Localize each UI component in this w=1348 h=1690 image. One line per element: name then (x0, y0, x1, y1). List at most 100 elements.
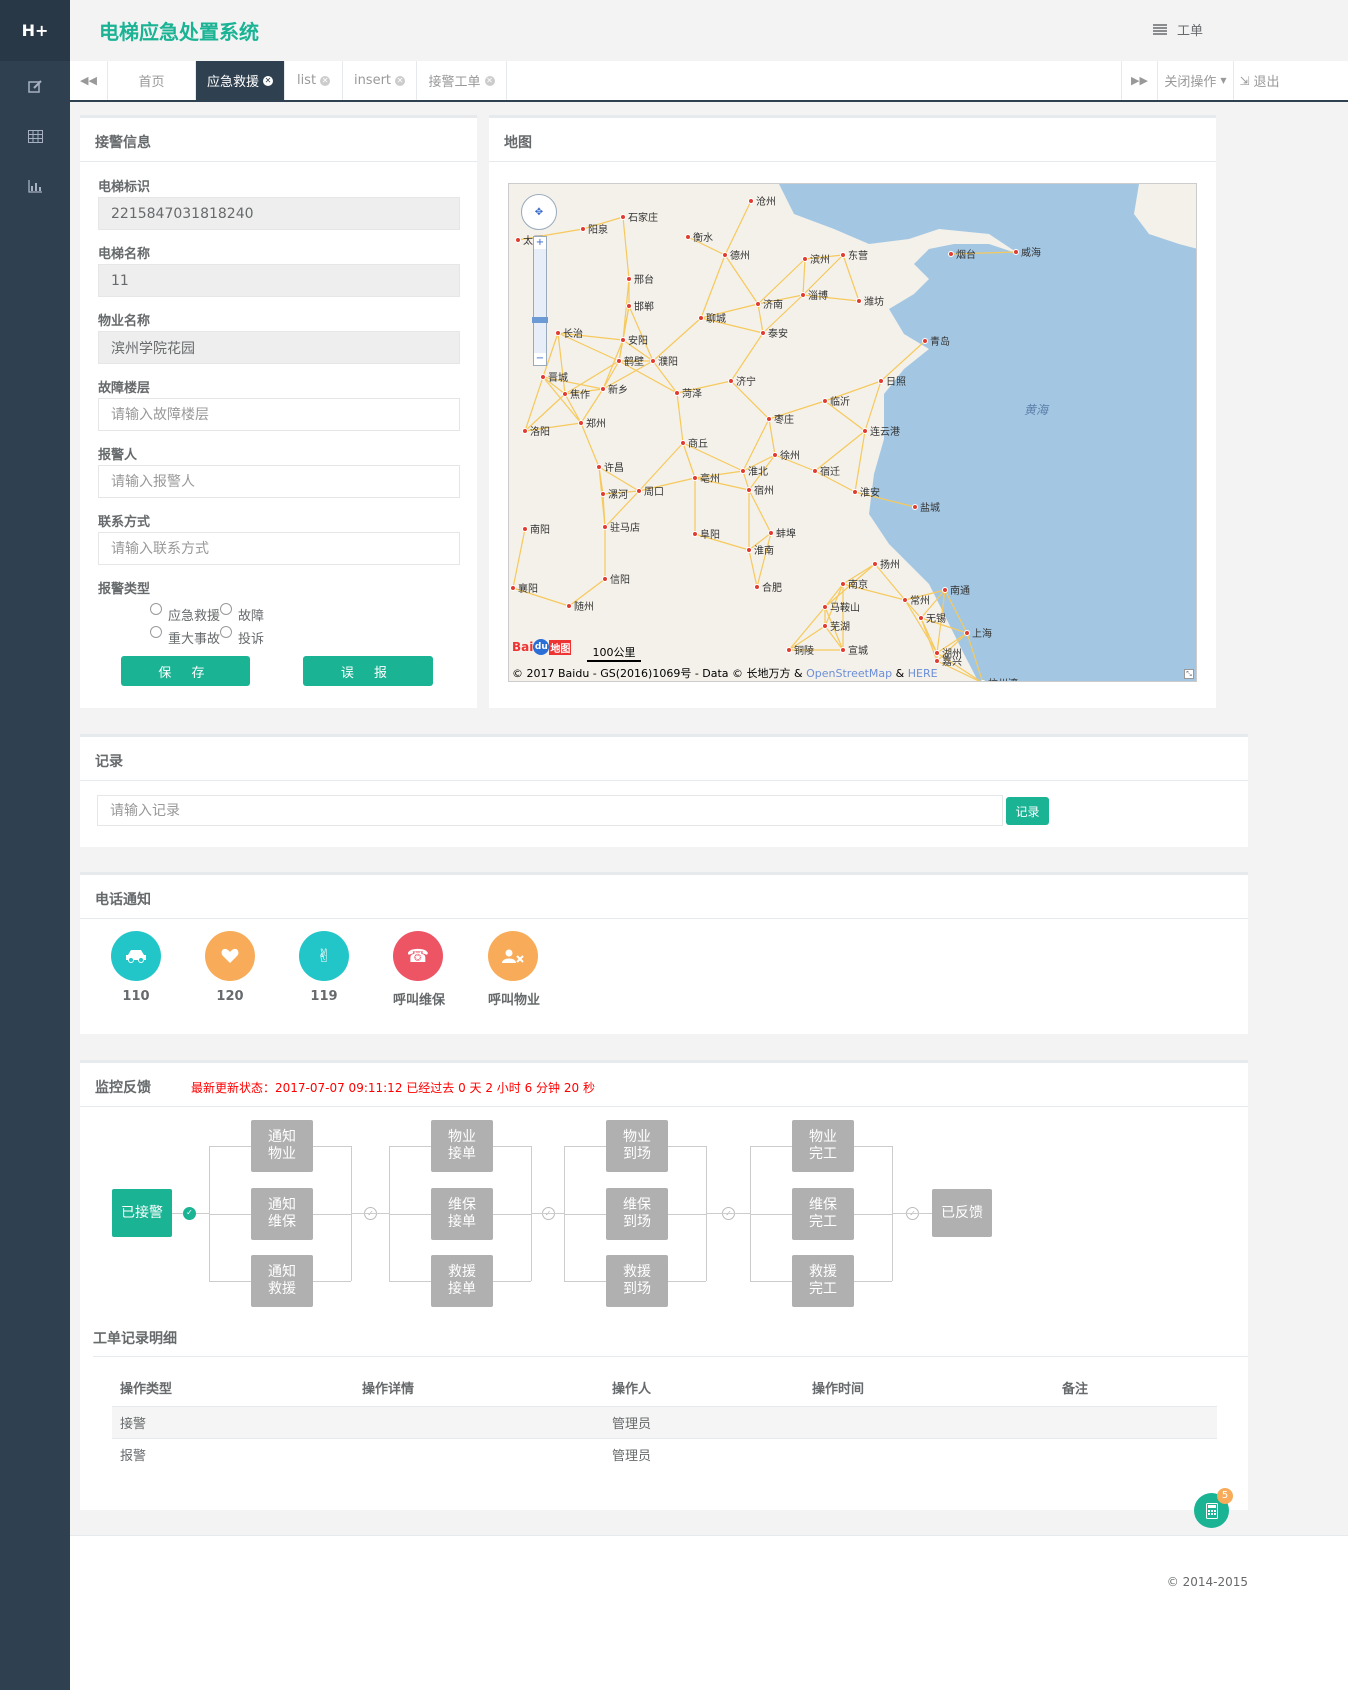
expand-icon[interactable]: ⤡ (1184, 669, 1194, 679)
map-road (730, 332, 764, 382)
call-120-button[interactable]: 120 (205, 931, 255, 1004)
close-icon[interactable]: ✕ (395, 75, 406, 86)
zoom-in-icon[interactable]: + (534, 237, 546, 249)
call-maintenance-button[interactable]: ☎ 呼叫维保 (393, 931, 445, 1008)
osm-link[interactable]: OpenStreetMap (806, 667, 892, 680)
city-marker (740, 468, 746, 474)
city-label: 蚌埠 (776, 527, 796, 540)
city-label: 信阳 (610, 574, 630, 586)
car-icon[interactable] (111, 931, 161, 981)
logout-button[interactable]: ⇲ 退出 (1233, 61, 1285, 100)
here-link[interactable]: HERE (908, 667, 938, 680)
city-label: 徐州 (780, 449, 800, 462)
zoom-out-icon[interactable]: − (534, 353, 546, 365)
city-marker (748, 198, 754, 204)
tab-alarm-orders[interactable]: 接警工单 ✕ (417, 61, 507, 100)
calculator-fab[interactable]: 5 (1194, 1488, 1233, 1528)
tab-label: 首页 (138, 75, 165, 90)
close-icon[interactable]: ✕ (320, 75, 331, 86)
fire-icon[interactable]: ✌ (299, 931, 349, 981)
radio-circle[interactable] (220, 602, 232, 615)
reporter-input[interactable] (98, 465, 460, 498)
false-alarm-button[interactable]: 误 报 (303, 656, 433, 686)
zoom-handle[interactable] (532, 317, 548, 323)
heart-icon[interactable] (205, 931, 255, 981)
city-label: 滨州 (810, 253, 830, 266)
map-zoom-slider[interactable]: + − (532, 236, 548, 366)
bar-chart-icon[interactable] (0, 161, 70, 211)
tab-home[interactable]: 首页 (108, 61, 196, 100)
table-icon[interactable] (0, 111, 70, 161)
caret-down-icon: ▼ (1220, 76, 1227, 85)
elevator-id-field[interactable] (98, 197, 460, 230)
flow-connector (493, 1146, 531, 1147)
signout-icon: ⇲ (1239, 73, 1250, 88)
edit-icon[interactable] (0, 61, 70, 111)
call-110-button[interactable]: 110 (111, 931, 161, 1004)
record-button[interactable]: 记录 (1006, 797, 1049, 825)
tab-list[interactable]: list ✕ (285, 61, 343, 100)
tab-insert[interactable]: insert ✕ (343, 61, 417, 100)
contact-input[interactable] (98, 532, 460, 565)
record-input[interactable] (97, 795, 1003, 826)
radio-complaint[interactable]: 投诉 (220, 625, 264, 647)
flow-connector (209, 1214, 251, 1215)
radio-major-accident[interactable]: 重大事故 (150, 625, 220, 647)
flow-node: 物业 完工 (792, 1120, 854, 1172)
radio-fault[interactable]: 故障 (220, 602, 264, 624)
fault-floor-input[interactable] (98, 398, 460, 431)
city-label: 商丘 (688, 437, 708, 450)
elevator-name-field[interactable] (98, 264, 460, 297)
save-button[interactable]: 保 存 (121, 656, 250, 686)
tab-scroll-left-button[interactable]: ◀◀ (70, 61, 108, 100)
tabs-bar: ◀◀ 首页 应急救援 ✕ list ✕ insert ✕ 接警工单 ✕ ▶▶ 关闭操作 ▼… (70, 61, 1348, 102)
table-cell: 接警 (120, 1416, 147, 1432)
table-cell (362, 1438, 612, 1470)
table-header-row: 操作类型 操作详情 操作人 操作时间 备注 (112, 1370, 1217, 1406)
city-label: 亳州 (700, 472, 720, 485)
field-label: 报警人 (98, 448, 138, 463)
map-canvas[interactable]: 沧州石家庄衡水阳泉太原德州滨州东营烟台威海邢台济南淄博潍坊邯郸聊城长治安阳泰安青… (508, 183, 1197, 682)
map-road (700, 254, 726, 319)
city-marker (510, 585, 516, 591)
radio-circle[interactable] (150, 625, 162, 638)
city-label: 周口 (644, 486, 664, 498)
city-label: 上海 (972, 627, 992, 640)
city-label: 新乡 (608, 383, 628, 396)
map-copyright: © 2017 Baidu - GS(2016)1069号 - Data © 长地… (512, 665, 938, 681)
city-marker (878, 378, 884, 384)
city-marker (626, 303, 632, 309)
flow-connector (313, 1281, 351, 1282)
call-property-button[interactable]: 呼叫物业 (488, 931, 540, 1008)
close-icon[interactable]: ✕ (263, 75, 273, 86)
city-marker (602, 524, 608, 530)
city-marker (918, 615, 924, 621)
radio-emergency-rescue[interactable]: 应急救援 (150, 602, 220, 624)
city-label: 濮阳 (658, 355, 678, 368)
panel-title: 地图 (489, 118, 1216, 162)
radio-circle[interactable] (220, 625, 232, 638)
close-ops-dropdown[interactable]: 关闭操作 ▼ (1157, 61, 1233, 100)
orders-title: 工单记录明细 (93, 1328, 1248, 1357)
map-pan-control[interactable]: ✥ (521, 194, 557, 230)
close-icon[interactable]: ✕ (484, 75, 495, 86)
city-label: 郑州 (586, 417, 606, 430)
property-name-field[interactable] (98, 331, 460, 364)
col-header: 操作时间 (812, 1382, 865, 1398)
user-x-icon[interactable] (488, 931, 538, 981)
radio-circle[interactable] (150, 602, 162, 615)
city-label: 石家庄 (628, 211, 658, 224)
city-marker (692, 475, 698, 481)
tab-scroll-right-button[interactable]: ▶▶ (1121, 61, 1157, 100)
logo[interactable]: H+ (0, 0, 70, 61)
backward-icon: ◀◀ (80, 74, 97, 87)
work-order-link[interactable]: 工单 (1152, 20, 1203, 39)
city-label: 焦作 (570, 388, 590, 401)
flow-connector (706, 1213, 750, 1214)
city-label: 日照 (886, 376, 906, 388)
phone-icon[interactable]: ☎ (393, 931, 443, 981)
call-119-button[interactable]: ✌ 119 (299, 931, 349, 1004)
flow-node: 救援 到场 (606, 1255, 668, 1307)
city-marker (822, 398, 828, 404)
tab-emergency-rescue[interactable]: 应急救援 ✕ (196, 61, 285, 100)
